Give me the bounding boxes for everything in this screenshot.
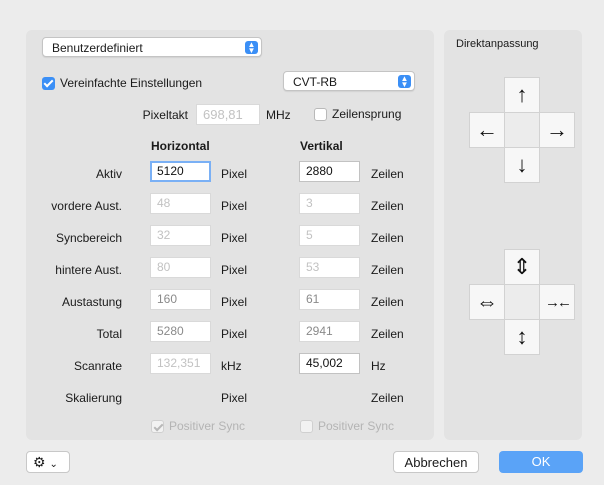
move-down-button[interactable]: ↓ [504, 147, 540, 183]
interlace-checkbox[interactable] [314, 108, 327, 121]
action-menu-button[interactable]: ⚙ ⌄ [26, 451, 70, 473]
chevron-updown-icon: ▲ ▼ [398, 75, 411, 89]
h-unit: Pixel [221, 167, 248, 181]
cancel-button[interactable]: Abbrechen [393, 451, 479, 473]
simplified-checkbox[interactable] [42, 77, 55, 90]
row-label-sync-width: Syncbereich [55, 231, 122, 245]
v-positive-sync-checkbox[interactable] [300, 420, 313, 433]
vertical-header: Vertikal [300, 139, 343, 153]
arrow-up-down-icon: ⇕ [512, 254, 532, 279]
h-unit: Pixel [221, 295, 248, 309]
h-unit: Pixel [221, 199, 248, 213]
h-unit: kHz [221, 359, 242, 373]
v-sync-width-field[interactable]: 5 [299, 225, 360, 246]
horizontal-header: Horizontal [151, 139, 210, 153]
scale-center-cell [504, 284, 540, 320]
h-total-field[interactable]: 5280 [150, 321, 211, 342]
direct-adjust-title: Direktanpassung [456, 38, 539, 50]
v-blanking-field[interactable]: 61 [299, 289, 360, 310]
v-unit: Zeilen [371, 391, 404, 405]
v-unit: Zeilen [371, 231, 404, 245]
simplified-label: Vereinfachte Einstellungen [60, 76, 203, 90]
row-label-back-porch: hintere Aust. [55, 263, 122, 277]
v-unit: Zeilen [371, 327, 404, 341]
arrow-down-icon: ↓ [516, 152, 528, 177]
h-blanking-field[interactable]: 160 [150, 289, 211, 310]
pixel-clock-unit: MHz [266, 108, 291, 122]
move-right-button[interactable]: → [539, 112, 575, 148]
h-positive-sync-label: Positiver Sync [169, 419, 246, 433]
h-back-porch-field[interactable]: 80 [150, 257, 211, 278]
interlace-label: Zeilensprung [332, 107, 402, 121]
row-label-scaling: Skalierung [65, 391, 122, 405]
v-unit: Hz [371, 359, 386, 373]
v-total-field[interactable]: 2941 [299, 321, 360, 342]
shrink-horizontal-button[interactable]: →← [539, 284, 575, 320]
arrow-up-icon: ↑ [516, 82, 528, 107]
move-left-button[interactable]: ← [469, 112, 505, 148]
gear-icon: ⚙ [33, 454, 46, 470]
arrows-inward-vertical-icon: ↕ [516, 324, 528, 349]
v-unit: Zeilen [371, 263, 404, 277]
v-active-field[interactable]: 2880 [299, 161, 360, 182]
row-label-total: Total [96, 327, 122, 341]
chevron-updown-icon: ▲ ▼ [245, 41, 258, 55]
chevron-down-icon: ⌄ [49, 459, 58, 470]
h-unit: Pixel [221, 231, 248, 245]
move-center-cell [504, 112, 540, 148]
timing-popup-value: CVT-RB [293, 75, 338, 89]
v-unit: Zeilen [371, 199, 404, 213]
stretch-horizontal-button[interactable]: ⇔ [469, 284, 505, 320]
h-front-porch-field[interactable]: 48 [150, 193, 211, 214]
v-positive-sync-label: Positiver Sync [318, 419, 395, 433]
preset-popup-value: Benutzerdefiniert [52, 41, 143, 55]
h-scan-rate-field[interactable]: 132,351 [150, 353, 211, 374]
v-front-porch-field[interactable]: 3 [299, 193, 360, 214]
timing-popup[interactable]: CVT-RB ▲ ▼ [283, 71, 415, 91]
shrink-vertical-button[interactable]: ↕ [504, 319, 540, 355]
arrow-left-right-icon: ⇔ [476, 289, 498, 314]
h-unit: Pixel [221, 391, 248, 405]
row-label-active: Aktiv [95, 167, 122, 181]
v-scan-rate-field[interactable]: 45,002 [299, 353, 360, 374]
row-label-front-porch: vordere Aust. [51, 199, 122, 213]
preset-popup[interactable]: Benutzerdefiniert ▲ ▼ [42, 37, 262, 57]
arrow-right-icon: → [546, 117, 568, 142]
ok-button[interactable]: OK [499, 451, 583, 473]
arrow-left-icon: ← [476, 117, 498, 142]
pixel-clock-field[interactable]: 698,81 [196, 104, 260, 125]
pixel-clock-label: Pixeltakt [142, 108, 188, 122]
v-back-porch-field[interactable]: 53 [299, 257, 360, 278]
move-up-button[interactable]: ↑ [504, 77, 540, 113]
v-unit: Zeilen [371, 295, 404, 309]
v-unit: Zeilen [371, 167, 404, 181]
h-active-field[interactable]: 5120 [150, 161, 211, 182]
row-label-blanking: Austastung [61, 295, 122, 309]
row-label-scan-rate: Scanrate [73, 359, 122, 373]
arrows-inward-horizontal-icon: →← [545, 293, 572, 311]
h-unit: Pixel [221, 327, 248, 341]
stretch-vertical-button[interactable]: ⇕ [504, 249, 540, 285]
h-sync-width-field[interactable]: 32 [150, 225, 211, 246]
h-unit: Pixel [221, 263, 248, 277]
h-positive-sync-checkbox[interactable] [151, 420, 164, 433]
